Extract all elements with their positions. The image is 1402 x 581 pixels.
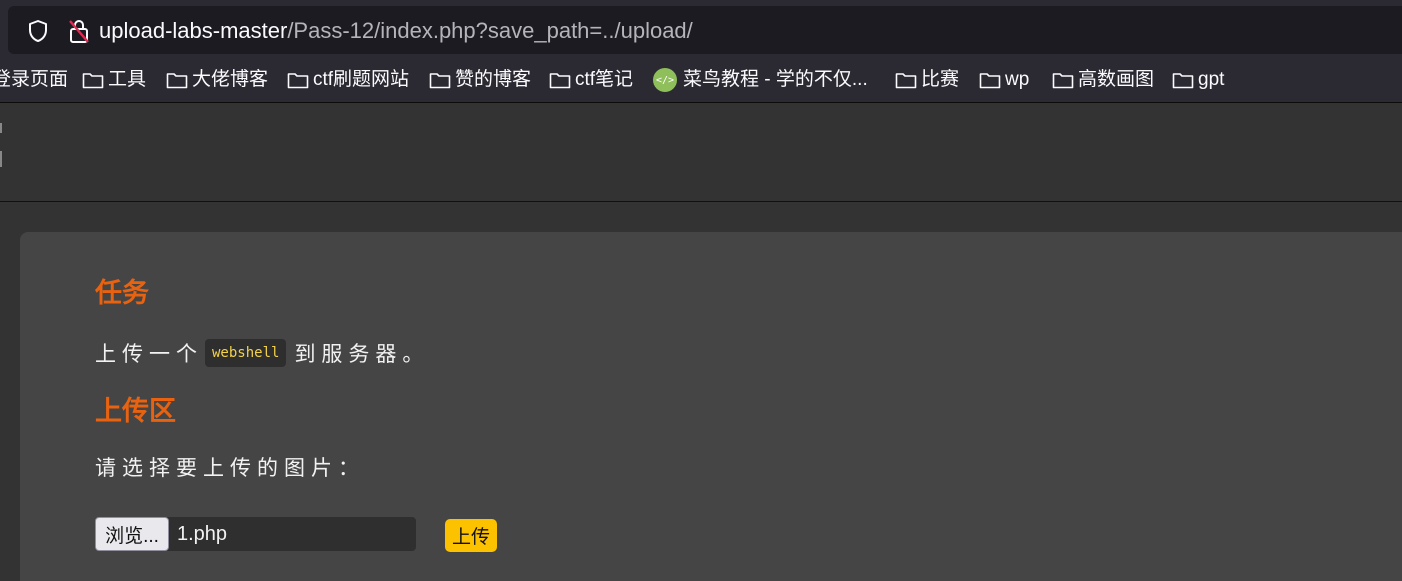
bookmark-folder-blogs[interactable]: 大佬博客: [166, 68, 268, 92]
bookmark-folder-zan-blog[interactable]: 赞的博客: [429, 68, 531, 92]
task-heading: 任务: [95, 278, 149, 308]
url-text[interactable]: upload-labs-master/Pass-12/index.php?sav…: [99, 18, 693, 44]
bookmark-label: wp: [1005, 69, 1030, 90]
url-path: /Pass-12/index.php?save_path=../upload/: [287, 18, 693, 43]
page-header: [0, 103, 1402, 202]
folder-icon: [549, 73, 571, 89]
header-edge-mark: [0, 151, 2, 167]
insecure-lock-icon[interactable]: [67, 18, 91, 44]
bookmark-label: 工具: [108, 69, 147, 90]
bookmark-label: 赞的博客: [455, 69, 532, 90]
upload-prompt: 请选择要上传的图片：: [95, 457, 365, 480]
toolbar: upload-labs-master/Pass-12/index.php?sav…: [0, 0, 1402, 58]
file-input[interactable]: 浏览... 1.php: [95, 517, 416, 551]
folder-icon: [166, 73, 188, 89]
bookmarks-toolbar: 登录页面 工具 大佬博客 ctf刷题网站 赞的博客 ctf笔记 </> 菜鸟教程…: [0, 58, 1402, 103]
upload-heading: 上传区: [95, 396, 176, 426]
folder-icon: [1052, 73, 1074, 89]
task-text-before: 上传一个: [95, 343, 203, 366]
runoob-favicon-icon: </>: [653, 68, 677, 92]
bookmark-folder-ctf-sites[interactable]: ctf刷题网站: [287, 68, 409, 92]
folder-icon: [287, 73, 309, 89]
bookmark-label: gpt: [1198, 69, 1225, 90]
bookmark-label: 登录页面: [0, 69, 69, 90]
folder-icon: [82, 73, 104, 89]
shield-icon[interactable]: [26, 19, 50, 43]
bookmark-label: 高数画图: [1078, 69, 1155, 90]
selected-file-name: 1.php: [177, 522, 228, 545]
url-bar[interactable]: upload-labs-master/Pass-12/index.php?sav…: [8, 6, 1402, 54]
bookmark-folder-wp[interactable]: wp: [979, 68, 1029, 92]
header-edge-mark: [0, 123, 2, 133]
bookmark-folder-gpt[interactable]: gpt: [1172, 68, 1224, 92]
folder-icon: [895, 73, 917, 89]
bookmark-login-page[interactable]: 登录页面: [0, 68, 68, 92]
folder-icon: [979, 73, 1001, 89]
browse-button[interactable]: 浏览...: [95, 517, 169, 551]
task-description: 上传一个 webshell 到服务器。: [95, 338, 429, 368]
bookmark-folder-ctf-notes[interactable]: ctf笔记: [549, 68, 633, 92]
upload-submit-button[interactable]: 上传: [445, 519, 497, 552]
bookmark-folder-math-plot[interactable]: 高数画图: [1052, 68, 1154, 92]
bookmark-runoob[interactable]: </> 菜鸟教程 - 学的不仅...: [653, 68, 868, 92]
url-host: upload-labs-master: [99, 18, 288, 43]
task-text-after: 到服务器。: [294, 343, 430, 366]
bookmark-folder-contests[interactable]: 比赛: [895, 68, 959, 92]
bookmark-folder-tools[interactable]: 工具: [82, 68, 146, 92]
bookmark-label: ctf刷题网站: [313, 69, 410, 90]
bookmark-label: ctf笔记: [575, 69, 634, 90]
webshell-code: webshell: [205, 339, 287, 367]
folder-icon: [1172, 73, 1194, 89]
bookmark-label: 菜鸟教程 - 学的不仅...: [683, 69, 868, 90]
bookmark-label: 比赛: [921, 69, 960, 90]
bookmark-label: 大佬博客: [192, 69, 269, 90]
folder-icon: [429, 73, 451, 89]
